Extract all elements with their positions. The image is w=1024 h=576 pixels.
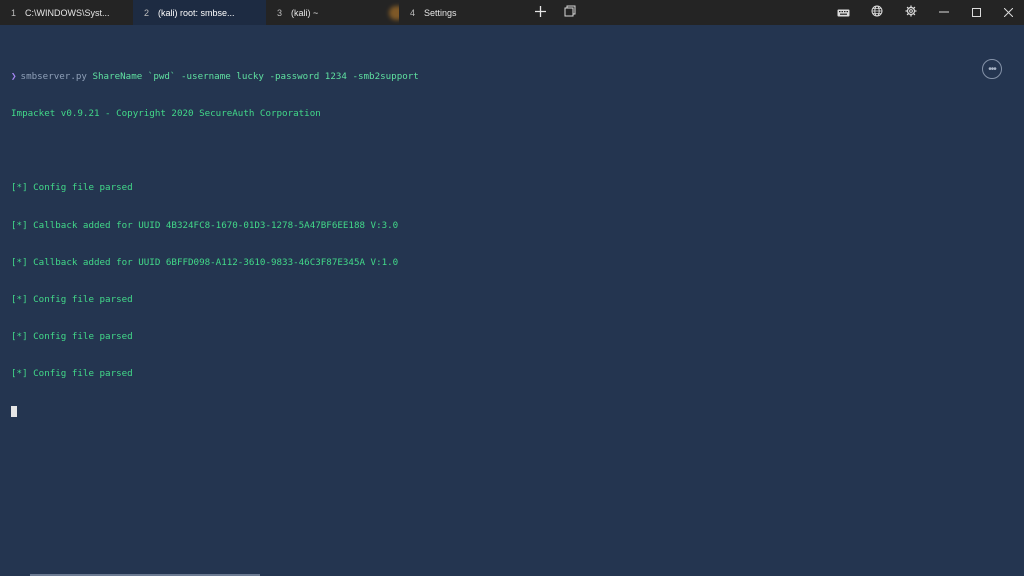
- maximize-button[interactable]: [960, 0, 992, 25]
- globe-button[interactable]: [860, 0, 894, 25]
- window-controls: [826, 0, 1024, 25]
- command-name: smbserver.py: [20, 70, 87, 82]
- settings-button[interactable]: [894, 0, 928, 25]
- tab-title: C:\WINDOWS\Syst...: [25, 7, 110, 18]
- terminal-pane[interactable]: ❯ smbserver.py ShareName `pwd` -username …: [0, 25, 1024, 576]
- output-line: [*] Config file parsed: [11, 294, 133, 306]
- text-cursor: [11, 405, 17, 417]
- tab-3[interactable]: 3 (kali) ~: [266, 0, 399, 25]
- output-line: [*] Config file parsed: [11, 182, 133, 194]
- tab-title: (kali) ~: [291, 7, 319, 18]
- tab-bar-drag-area[interactable]: [585, 0, 826, 25]
- minimize-button[interactable]: [928, 0, 960, 25]
- more-options-button[interactable]: •••: [982, 59, 1002, 79]
- blurred-icon: [389, 6, 399, 20]
- close-icon: [1003, 5, 1013, 20]
- tab-2[interactable]: 2 (kali) root: smbse...: [133, 0, 266, 25]
- plus-icon: [534, 4, 546, 22]
- new-tab-button[interactable]: [525, 0, 555, 25]
- cursor-line[interactable]: [11, 405, 419, 418]
- tab-title: (kali) root: smbse...: [158, 7, 235, 18]
- prompt-icon: ❯: [11, 70, 17, 82]
- terminal-output: ❯ smbserver.py ShareName `pwd` -username …: [11, 46, 419, 443]
- output-line: [*] Callback added for UUID 4B324FC8-167…: [11, 219, 399, 231]
- tab-4[interactable]: 4 Settings: [399, 0, 525, 25]
- duplicate-window-icon: [564, 4, 576, 22]
- maximize-icon: [971, 5, 981, 20]
- tab-title: Settings: [424, 7, 457, 18]
- keyboard-icon: [837, 5, 850, 20]
- command-line: ❯ smbserver.py ShareName `pwd` -username …: [11, 71, 419, 83]
- minimize-icon: [939, 5, 949, 20]
- tab-number: 3: [277, 7, 283, 18]
- command-args: ShareName `pwd` -username lucky -passwor…: [86, 70, 419, 82]
- tab-1[interactable]: 1 C:\WINDOWS\Syst...: [0, 0, 133, 25]
- tab-bar: 1 C:\WINDOWS\Syst... 2 (kali) root: smbs…: [0, 0, 1024, 25]
- tab-number: 2: [144, 7, 150, 18]
- output-line: [*] Callback added for UUID 6BFFD098-A11…: [11, 256, 399, 268]
- close-button[interactable]: [992, 0, 1024, 25]
- gear-icon: [905, 5, 917, 20]
- tab-number: 1: [11, 7, 17, 18]
- duplicate-window-button[interactable]: [555, 0, 585, 25]
- keyboard-button[interactable]: [826, 0, 860, 25]
- output-line: Impacket v0.9.21 - Copyright 2020 Secure…: [11, 108, 321, 120]
- tab-number: 4: [410, 7, 416, 18]
- output-line: [*] Config file parsed: [11, 331, 133, 343]
- globe-icon: [871, 5, 883, 20]
- output-line: [*] Config file parsed: [11, 368, 133, 380]
